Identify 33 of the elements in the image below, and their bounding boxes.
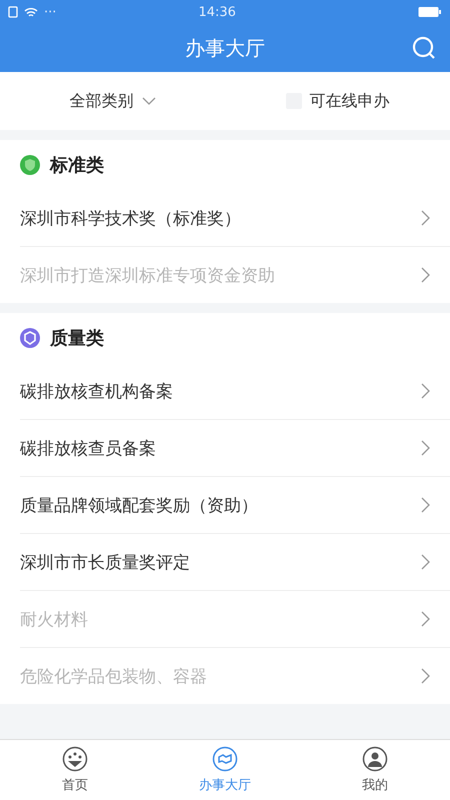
chevron-right-icon — [421, 210, 430, 226]
shield-icon — [20, 155, 40, 175]
chevron-right-icon — [421, 267, 430, 283]
service-item[interactable]: 碳排放核查机构备案 — [20, 363, 450, 420]
tab-item[interactable]: 我的 — [300, 740, 450, 800]
page-title: 办事大厅 — [185, 34, 265, 62]
tab-item[interactable]: 首页 — [0, 740, 150, 800]
status-dots: ··· — [44, 4, 56, 20]
chevron-right-icon — [421, 554, 430, 570]
service-item[interactable]: 深圳市科学技术奖（标准奖） — [20, 190, 450, 247]
handshake-icon — [212, 746, 238, 772]
section-title: 质量类 — [50, 327, 104, 350]
chevron-right-icon — [421, 497, 430, 513]
online-label: 可在线申办 — [310, 90, 390, 112]
chevron-down-icon — [142, 97, 156, 105]
service-item[interactable]: 碳排放核查员备案 — [20, 420, 450, 477]
tab-item[interactable]: 办事大厅 — [150, 740, 300, 800]
service-item[interactable]: 深圳市市长质量奖评定 — [20, 534, 450, 591]
chevron-right-icon — [421, 383, 430, 399]
status-time: 14:36 — [197, 4, 237, 20]
home-icon — [62, 746, 88, 772]
chevron-right-icon — [421, 440, 430, 456]
battery-icon — [418, 6, 442, 18]
badge-icon — [20, 328, 40, 348]
service-item[interactable]: 质量品牌领域配套奖励（资助） — [20, 477, 450, 534]
section-title: 标准类 — [50, 154, 104, 177]
category-dropdown[interactable]: 全部类别 — [70, 90, 156, 112]
person-icon — [362, 746, 388, 772]
search-icon[interactable] — [412, 36, 436, 60]
sim-icon — [8, 6, 18, 18]
wifi-icon — [24, 6, 38, 18]
chevron-right-icon — [421, 668, 430, 684]
chevron-right-icon — [421, 611, 430, 627]
